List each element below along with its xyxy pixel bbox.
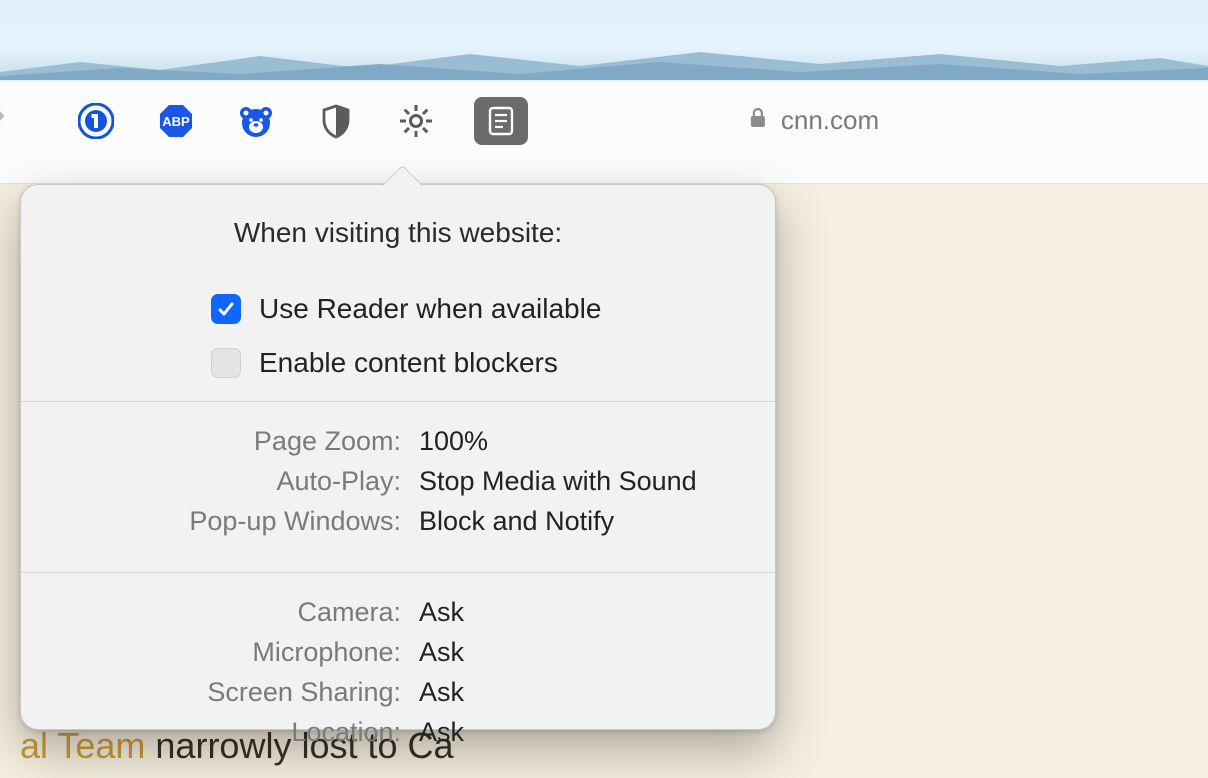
popup-windows-label: Pop-up Windows: [21,502,419,542]
location-value: Ask [419,713,464,753]
browser-toolbar: ABP cnn.com [0,80,1208,160]
svg-text:ABP: ABP [162,114,190,129]
microphone-value: Ask [419,633,464,673]
bear-icon[interactable] [238,103,274,139]
website-settings-popover: When visiting this website: Use Reader w… [20,184,776,730]
microphone-label: Microphone: [21,633,419,673]
microphone-row[interactable]: Microphone: Ask [21,633,775,673]
page-zoom-label: Page Zoom: [21,422,419,462]
shield-icon[interactable] [318,103,354,139]
screen-sharing-value: Ask [419,673,464,713]
screen-sharing-row[interactable]: Screen Sharing: Ask [21,673,775,713]
camera-value: Ask [419,593,464,633]
screen-sharing-label: Screen Sharing: [21,673,419,713]
lock-icon [749,105,767,136]
enable-blockers-checkbox[interactable] [211,348,241,378]
adblock-plus-icon[interactable]: ABP [158,103,194,139]
toolbar-bottom-strip [0,160,1208,184]
camera-row[interactable]: Camera: Ask [21,593,775,633]
reader-mode-button[interactable] [474,97,528,145]
autoplay-row[interactable]: Auto-Play: Stop Media with Sound [21,462,775,502]
extension-icons: ABP [78,103,434,139]
popup-windows-row[interactable]: Pop-up Windows: Block and Notify [21,502,775,542]
address-domain: cnn.com [781,105,879,136]
window-background-mountains [0,48,1208,80]
permissions-section: Camera: Ask Microphone: Ask Screen Shari… [21,573,775,769]
enable-blockers-row[interactable]: Enable content blockers [211,347,775,379]
article-body-fragment: in the Olympic semifinals in Japan on Mo… [20,772,1152,778]
autoplay-value: Stop Media with Sound [419,462,697,502]
address-bar[interactable]: cnn.com [749,105,879,136]
popover-checkbox-group: Use Reader when available Enable content… [211,293,775,379]
location-row[interactable]: Location: Ask [21,713,775,753]
1password-icon[interactable] [78,103,114,139]
enable-blockers-label: Enable content blockers [259,347,558,379]
camera-label: Camera: [21,593,419,633]
use-reader-row[interactable]: Use Reader when available [211,293,775,325]
page-zoom-row[interactable]: Page Zoom: 100% [21,422,775,462]
autoplay-label: Auto-Play: [21,462,419,502]
page-zoom-value: 100% [419,422,488,462]
location-label: Location: [21,713,419,753]
use-reader-checkbox[interactable] [211,294,241,324]
page-settings-section: Page Zoom: 100% Auto-Play: Stop Media wi… [21,402,775,558]
use-reader-label: Use Reader when available [259,293,601,325]
popover-title: When visiting this website: [21,185,775,249]
popup-windows-value: Block and Notify [419,502,614,542]
gear-icon[interactable] [398,103,434,139]
forward-nav-icon[interactable] [0,96,8,146]
